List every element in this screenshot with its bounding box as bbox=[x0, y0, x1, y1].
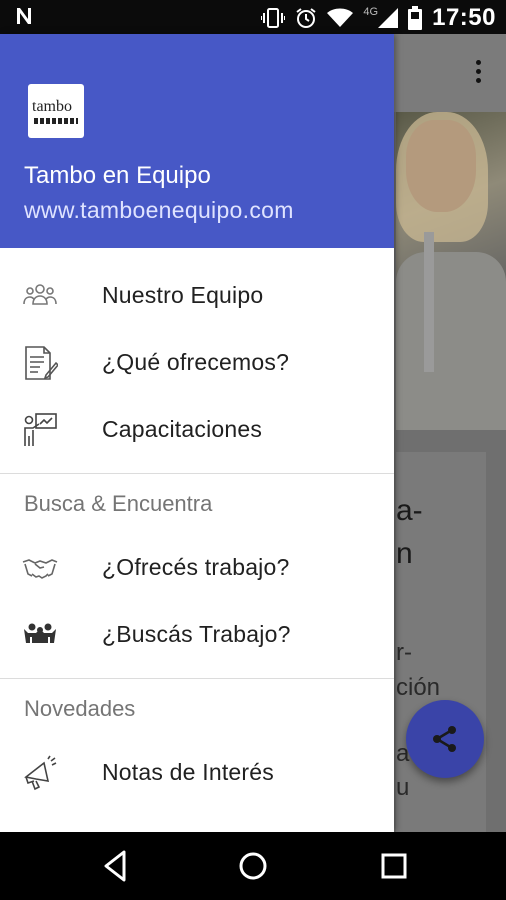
share-icon bbox=[433, 726, 456, 752]
app-url[interactable]: www.tamboenequipo.com bbox=[24, 197, 294, 224]
card-text-line: u bbox=[396, 774, 410, 801]
status-bar: 4G 17:50 bbox=[0, 0, 506, 34]
menu-item-capacitaciones[interactable]: Capacitaciones bbox=[0, 396, 394, 463]
menu-item-label: ¿Buscás Trabajo? bbox=[102, 621, 291, 647]
card-text-line: ción bbox=[396, 674, 441, 701]
presentation-icon bbox=[24, 412, 57, 446]
overflow-menu-icon[interactable] bbox=[474, 60, 482, 88]
alarm-icon bbox=[296, 8, 317, 28]
vibrate-icon bbox=[261, 8, 286, 28]
menu-item-que-ofrecemos[interactable]: ¿Qué ofrecemos? bbox=[0, 329, 394, 396]
handshake-icon bbox=[22, 558, 58, 579]
n-notification-icon bbox=[17, 8, 31, 24]
logo-text: tambo bbox=[32, 98, 72, 115]
system-nav-bar bbox=[0, 832, 506, 900]
card-text-line: r- bbox=[396, 639, 412, 666]
people-icon bbox=[24, 623, 56, 643]
card-text-line: a- bbox=[396, 494, 423, 527]
wifi-icon bbox=[327, 8, 354, 27]
card-text-line: n bbox=[396, 537, 413, 570]
section-title-busca: Busca & Encuentra bbox=[24, 491, 213, 516]
team-icon bbox=[23, 283, 57, 305]
menu-item-notas-de-interes[interactable]: Notas de Interés bbox=[0, 739, 394, 806]
megaphone-icon bbox=[24, 755, 57, 790]
menu-item-label: Nuestro Equipo bbox=[102, 282, 264, 308]
network-type-label: 4G bbox=[363, 6, 379, 18]
menu-item-label: Notas de Interés bbox=[102, 759, 274, 785]
section-title-novedades: Novedades bbox=[24, 696, 136, 721]
hero-image bbox=[396, 112, 506, 430]
signal-icon bbox=[378, 8, 399, 28]
home-icon[interactable] bbox=[235, 848, 271, 884]
document-edit-icon bbox=[25, 345, 58, 380]
clock: 17:50 bbox=[432, 4, 496, 31]
menu-item-label: ¿Ofrecés trabajo? bbox=[102, 554, 290, 580]
app-name: Tambo en Equipo bbox=[24, 162, 211, 189]
recents-icon[interactable] bbox=[376, 848, 412, 884]
menu-item-label: Capacitaciones bbox=[102, 416, 263, 442]
share-button[interactable] bbox=[406, 700, 484, 778]
menu-item-ofreces-trabajo[interactable]: ¿Ofrecés trabajo? bbox=[0, 534, 394, 601]
app-logo: tambo bbox=[28, 84, 84, 138]
drawer-header: tambo Tambo en Equipo www.tamboenequipo.… bbox=[0, 34, 394, 248]
battery-icon bbox=[408, 6, 423, 30]
drawer-menu: Nuestro Equipo ¿Qué ofrecemos? Capacitac… bbox=[0, 248, 394, 806]
back-icon[interactable] bbox=[98, 848, 134, 884]
menu-item-nuestro-equipo[interactable]: Nuestro Equipo bbox=[0, 262, 394, 329]
menu-item-label: ¿Qué ofrecemos? bbox=[102, 349, 290, 375]
menu-item-buscas-trabajo[interactable]: ¿Buscás Trabajo? bbox=[0, 601, 394, 668]
navigation-drawer: tambo Tambo en Equipo www.tamboenequipo.… bbox=[0, 34, 394, 832]
